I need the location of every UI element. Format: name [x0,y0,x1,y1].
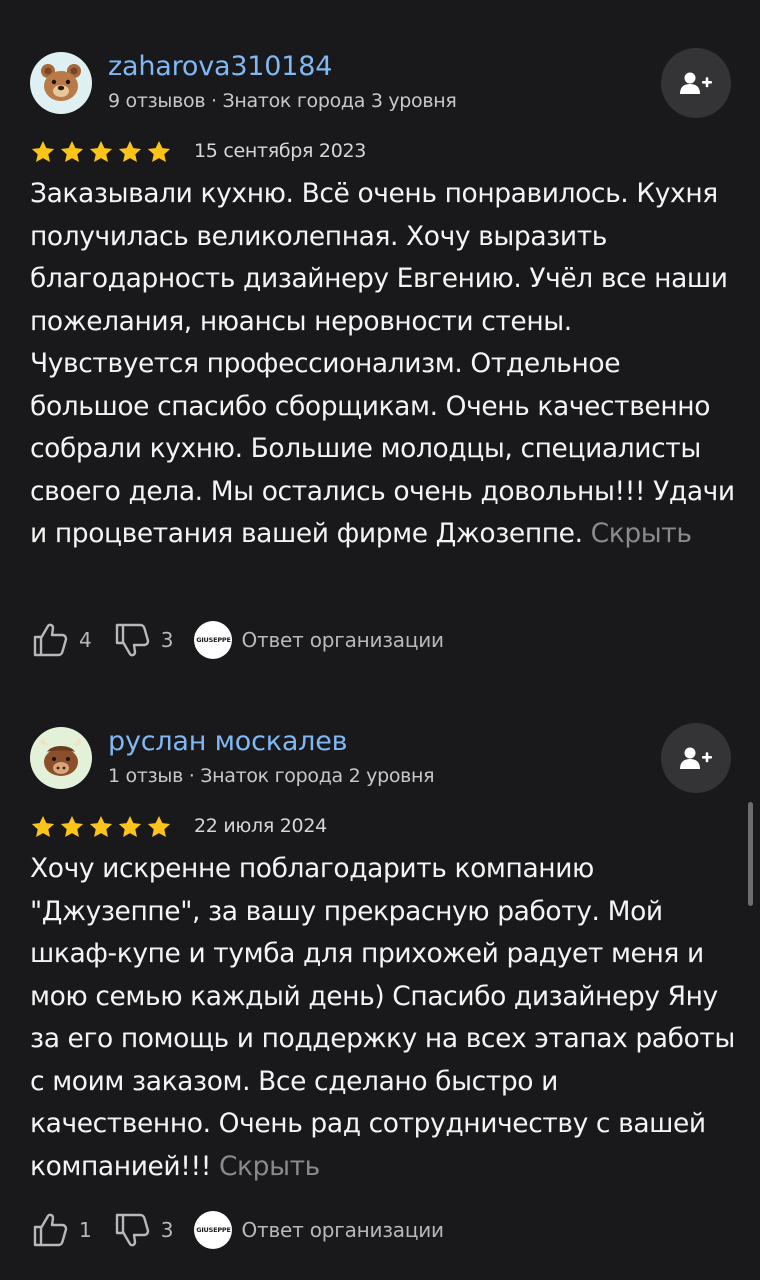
review-text: Заказывали кухню. Всё очень понравилось.… [30,173,736,556]
star-icon [118,140,142,162]
org-answer-link[interactable]: Ответ организации [241,1218,444,1242]
org-logo[interactable]: GIUSEPPE [194,1211,233,1249]
star-icon [60,140,84,162]
star-icon [89,140,113,162]
rating-stars [30,814,172,840]
review-actions: 1 3 GIUSEPPE Ответ организации [30,1210,444,1250]
star-icon [60,815,84,837]
hide-text-link[interactable]: Скрыть [219,1151,320,1182]
org-logo[interactable]: GIUSEPPE [194,621,233,659]
author-meta: 1 отзыв · Знаток города 2 уровня [108,765,435,787]
rating-stars [30,139,172,165]
star-icon [118,815,142,837]
scrollbar[interactable] [748,802,753,906]
author-name[interactable]: zaharova310184 [108,51,332,82]
review-card: руслан москалев 1 отзыв · Знаток города … [0,680,760,1280]
author-meta: 9 отзывов · Знаток города 3 уровня [108,90,457,112]
likes-count: 4 [79,628,92,652]
review-date: 22 июля 2024 [194,815,327,837]
subscribe-icon [680,72,712,94]
thumbs-down-icon[interactable] [112,620,152,660]
star-icon [31,815,55,837]
star-icon [147,140,171,162]
yak-avatar-icon [40,738,82,776]
subscribe-button[interactable] [661,48,731,118]
review-date: 15 сентября 2023 [194,140,367,162]
hide-text-link[interactable]: Скрыть [591,518,692,549]
star-icon [89,815,113,837]
org-answer-link[interactable]: Ответ организации [241,628,444,652]
star-icon [147,815,171,837]
review-card: zaharova310184 9 отзывов · Знаток города… [0,0,760,680]
dislikes-count: 3 [160,628,174,652]
thumbs-up-icon[interactable] [30,620,70,660]
star-icon [31,140,55,162]
author-avatar[interactable] [30,52,92,114]
thumbs-up-icon[interactable] [30,1210,70,1250]
review-actions: 4 3 GIUSEPPE Ответ организации [30,620,444,660]
bear-avatar-icon [41,64,81,101]
review-text: Хочу искренне поблагодарить компанию "Дж… [30,848,736,1188]
review-body: Заказывали кухню. Всё очень понравилось.… [30,178,735,549]
subscribe-icon [680,747,712,769]
dislikes-count: 3 [160,1218,174,1242]
review-body: Хочу искренне поблагодарить компанию "Дж… [30,853,735,1182]
likes-count: 1 [79,1218,92,1242]
subscribe-button[interactable] [661,723,731,793]
thumbs-down-icon[interactable] [112,1210,152,1250]
author-name[interactable]: руслан москалев [108,726,348,757]
author-avatar[interactable] [30,727,92,789]
